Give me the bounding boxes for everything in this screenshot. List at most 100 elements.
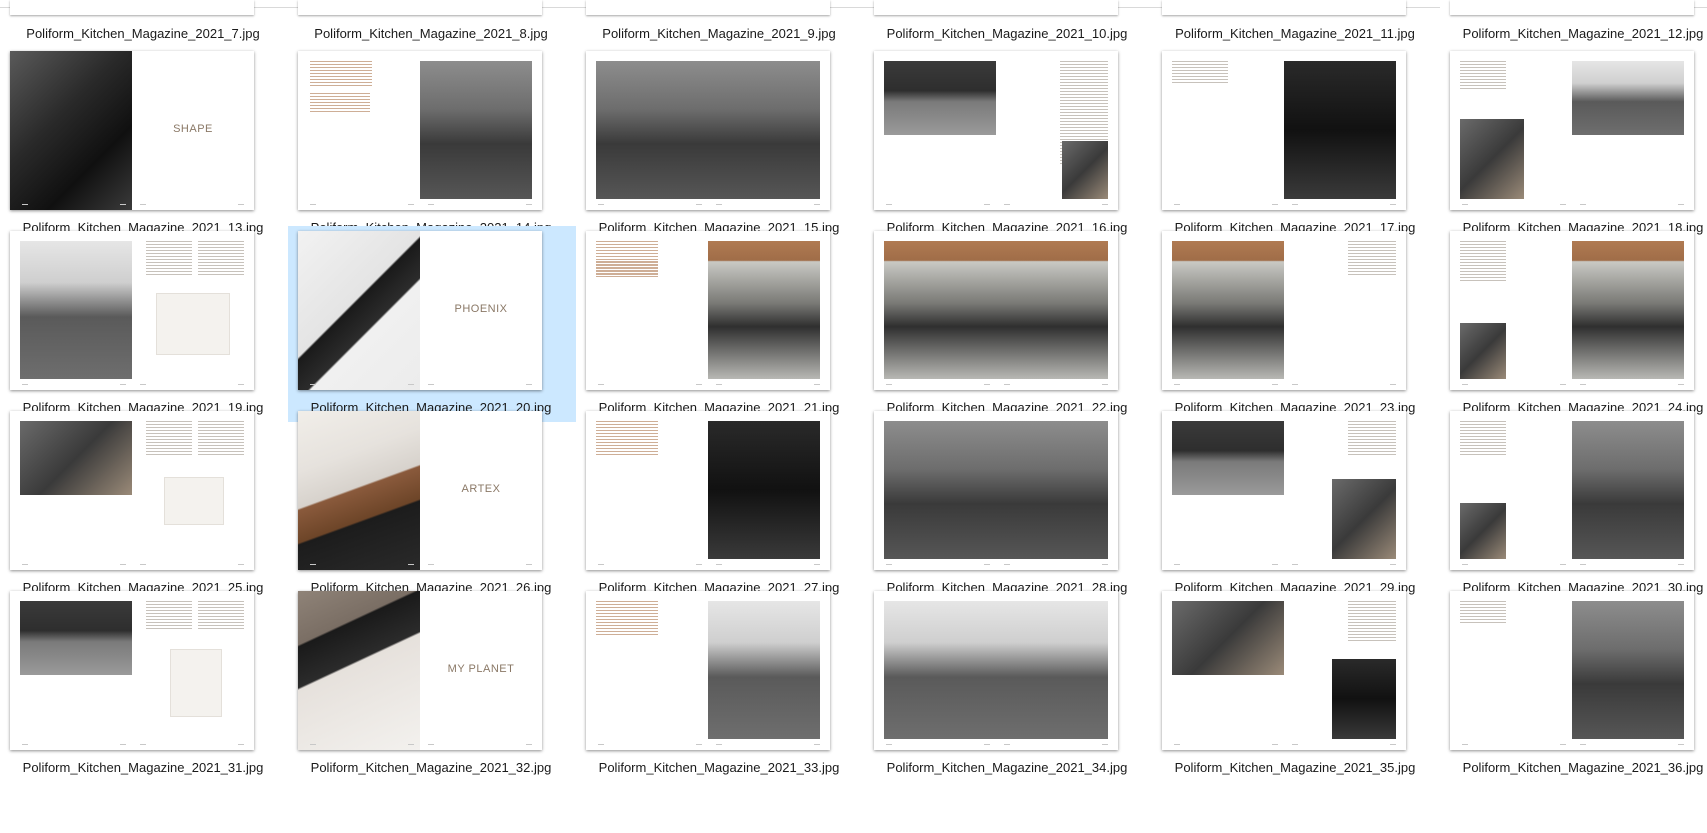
thumbnail-image[interactable] (10, 231, 254, 390)
file-name-label[interactable]: Poliform_Kitchen_Magazine_2021_36.jpg (1439, 760, 1707, 776)
photo-block (708, 421, 820, 559)
photo-block (298, 231, 420, 390)
thumbnail-image[interactable] (1450, 231, 1694, 390)
page-number-mark (238, 384, 244, 385)
photo-block (420, 61, 532, 199)
page-number-mark (1004, 384, 1010, 385)
file-name-label[interactable]: Poliform_Kitchen_Magazine_2021_32.jpg (287, 760, 575, 776)
photo-block (1460, 323, 1506, 379)
file-name-label[interactable]: Poliform_Kitchen_Magazine_2021_35.jpg (1151, 760, 1439, 776)
text-block (1460, 601, 1506, 625)
thumbnail-image[interactable]: SHAPE (10, 51, 254, 210)
thumbnail-image[interactable] (874, 231, 1118, 390)
photo-block (20, 601, 132, 675)
page-number-mark (1004, 744, 1010, 745)
file-item[interactable]: Poliform_Kitchen_Magazine_2021_24.jpg (1440, 226, 1707, 422)
page-number-mark (1102, 744, 1108, 745)
thumbnail-image[interactable] (1162, 51, 1406, 210)
page-number-mark (120, 744, 126, 745)
page-number-mark (1292, 744, 1298, 745)
file-item[interactable]: Poliform_Kitchen_Magazine_2021_33.jpg (576, 586, 864, 782)
page-number-mark (886, 204, 892, 205)
file-item[interactable]: Poliform_Kitchen_Magazine_2021_14.jpg (288, 46, 576, 242)
thumbnail-image[interactable] (10, 411, 254, 570)
page-number-mark (1004, 204, 1010, 205)
page-number-mark (1292, 204, 1298, 205)
thumbnail-image[interactable] (1450, 411, 1694, 570)
file-item[interactable]: Poliform_Kitchen_Magazine_2021_21.jpg (576, 226, 864, 422)
page-number-mark (140, 744, 146, 745)
thumbnail-image[interactable] (1450, 591, 1694, 750)
file-name-label[interactable]: Poliform_Kitchen_Magazine_2021_33.jpg (575, 760, 863, 776)
page-number-mark (1272, 564, 1278, 565)
page-number-mark (1390, 384, 1396, 385)
file-item[interactable]: Poliform_Kitchen_Magazine_2021_30.jpg (1440, 406, 1707, 602)
page-number-mark (120, 204, 126, 205)
page-number-mark (696, 384, 702, 385)
thumbnail-image[interactable] (586, 411, 830, 570)
file-item[interactable]: Poliform_Kitchen_Magazine_2021_25.jpg (0, 406, 288, 602)
file-item[interactable]: ARTEX Poliform_Kitchen_Magazine_2021_26.j… (288, 406, 576, 602)
file-item[interactable]: SHAPE Poliform_Kitchen_Magazine_2021_13.j… (0, 46, 288, 242)
thumbnail-image[interactable] (586, 231, 830, 390)
file-item[interactable]: Poliform_Kitchen_Magazine_2021_17.jpg (1152, 46, 1440, 242)
page-number-mark (716, 744, 722, 745)
thumbnail-image[interactable] (10, 591, 254, 750)
thumbnail-image[interactable] (874, 591, 1118, 750)
file-item[interactable]: MY PLANET Poliform_Kitchen_Magazine_2021_… (288, 586, 576, 782)
file-item[interactable]: Poliform_Kitchen_Magazine_2021_18.jpg (1440, 46, 1707, 242)
file-name-label[interactable]: Poliform_Kitchen_Magazine_2021_34.jpg (863, 760, 1151, 776)
page-number-mark (716, 564, 722, 565)
thumbnail-image[interactable]: ARTEX (298, 411, 542, 570)
file-name-label[interactable]: Poliform_Kitchen_Magazine_2021_10.jpg (863, 26, 1151, 42)
file-name-label[interactable]: Poliform_Kitchen_Magazine_2021_8.jpg (287, 26, 575, 42)
thumbnail-image[interactable] (1162, 231, 1406, 390)
thumbnail-image[interactable] (1450, 51, 1694, 210)
file-name-label[interactable]: Poliform_Kitchen_Magazine_2021_11.jpg (1151, 26, 1439, 42)
file-name-label[interactable]: Poliform_Kitchen_Magazine_2021_12.jpg (1439, 26, 1707, 42)
thumbnail-image[interactable] (874, 411, 1118, 570)
page-number-mark (598, 564, 604, 565)
file-name-label[interactable]: Poliform_Kitchen_Magazine_2021_31.jpg (0, 760, 287, 776)
page-number-mark (1462, 204, 1468, 205)
thumbnail-image[interactable]: MY PLANET (298, 591, 542, 750)
page-number-mark (696, 204, 702, 205)
photo-block (884, 241, 1108, 379)
photo-block (1332, 479, 1396, 559)
page-number-mark (238, 564, 244, 565)
file-item[interactable]: Poliform_Kitchen_Magazine_2021_31.jpg (0, 586, 288, 782)
file-item[interactable]: Poliform_Kitchen_Magazine_2021_36.jpg (1440, 586, 1707, 782)
text-block (198, 601, 244, 629)
thumbnail-image[interactable] (298, 51, 542, 210)
file-item[interactable]: Poliform_Kitchen_Magazine_2021_22.jpg (864, 226, 1152, 422)
thumbnail-image[interactable] (1162, 411, 1406, 570)
thumbnail-image[interactable] (1162, 591, 1406, 750)
file-item[interactable]: Poliform_Kitchen_Magazine_2021_23.jpg (1152, 226, 1440, 422)
page-number-mark (140, 564, 146, 565)
text-block (596, 601, 658, 637)
thumbnail-image[interactable]: PHOENIX (298, 231, 542, 390)
file-item[interactable]: Poliform_Kitchen_Magazine_2021_16.jpg (864, 46, 1152, 242)
thumbnail-image[interactable] (874, 51, 1118, 210)
file-item[interactable]: Poliform_Kitchen_Magazine_2021_27.jpg (576, 406, 864, 602)
page-number-mark (526, 204, 532, 205)
page-number-mark (1174, 564, 1180, 565)
file-item[interactable]: Poliform_Kitchen_Magazine_2021_28.jpg (864, 406, 1152, 602)
page-number-mark (886, 564, 892, 565)
file-item[interactable]: Poliform_Kitchen_Magazine_2021_34.jpg (864, 586, 1152, 782)
text-block (1460, 61, 1506, 89)
file-item[interactable]: Poliform_Kitchen_Magazine_2021_19.jpg (0, 226, 288, 422)
file-item[interactable]: Poliform_Kitchen_Magazine_2021_29.jpg (1152, 406, 1440, 602)
file-item[interactable]: PHOENIX Poliform_Kitchen_Magazine_2021_20… (288, 226, 576, 422)
photo-block (1572, 421, 1684, 559)
file-item[interactable]: Poliform_Kitchen_Magazine_2021_15.jpg (576, 46, 864, 242)
file-item[interactable]: Poliform_Kitchen_Magazine_2021_35.jpg (1152, 586, 1440, 782)
page-number-mark (1174, 384, 1180, 385)
thumbnail-image[interactable] (586, 591, 830, 750)
page-number-mark (984, 564, 990, 565)
file-name-label[interactable]: Poliform_Kitchen_Magazine_2021_7.jpg (0, 26, 287, 42)
file-name-label[interactable]: Poliform_Kitchen_Magazine_2021_9.jpg (575, 26, 863, 42)
page-number-mark (22, 564, 28, 565)
thumbnail-image[interactable] (586, 51, 830, 210)
text-block (1348, 601, 1396, 641)
